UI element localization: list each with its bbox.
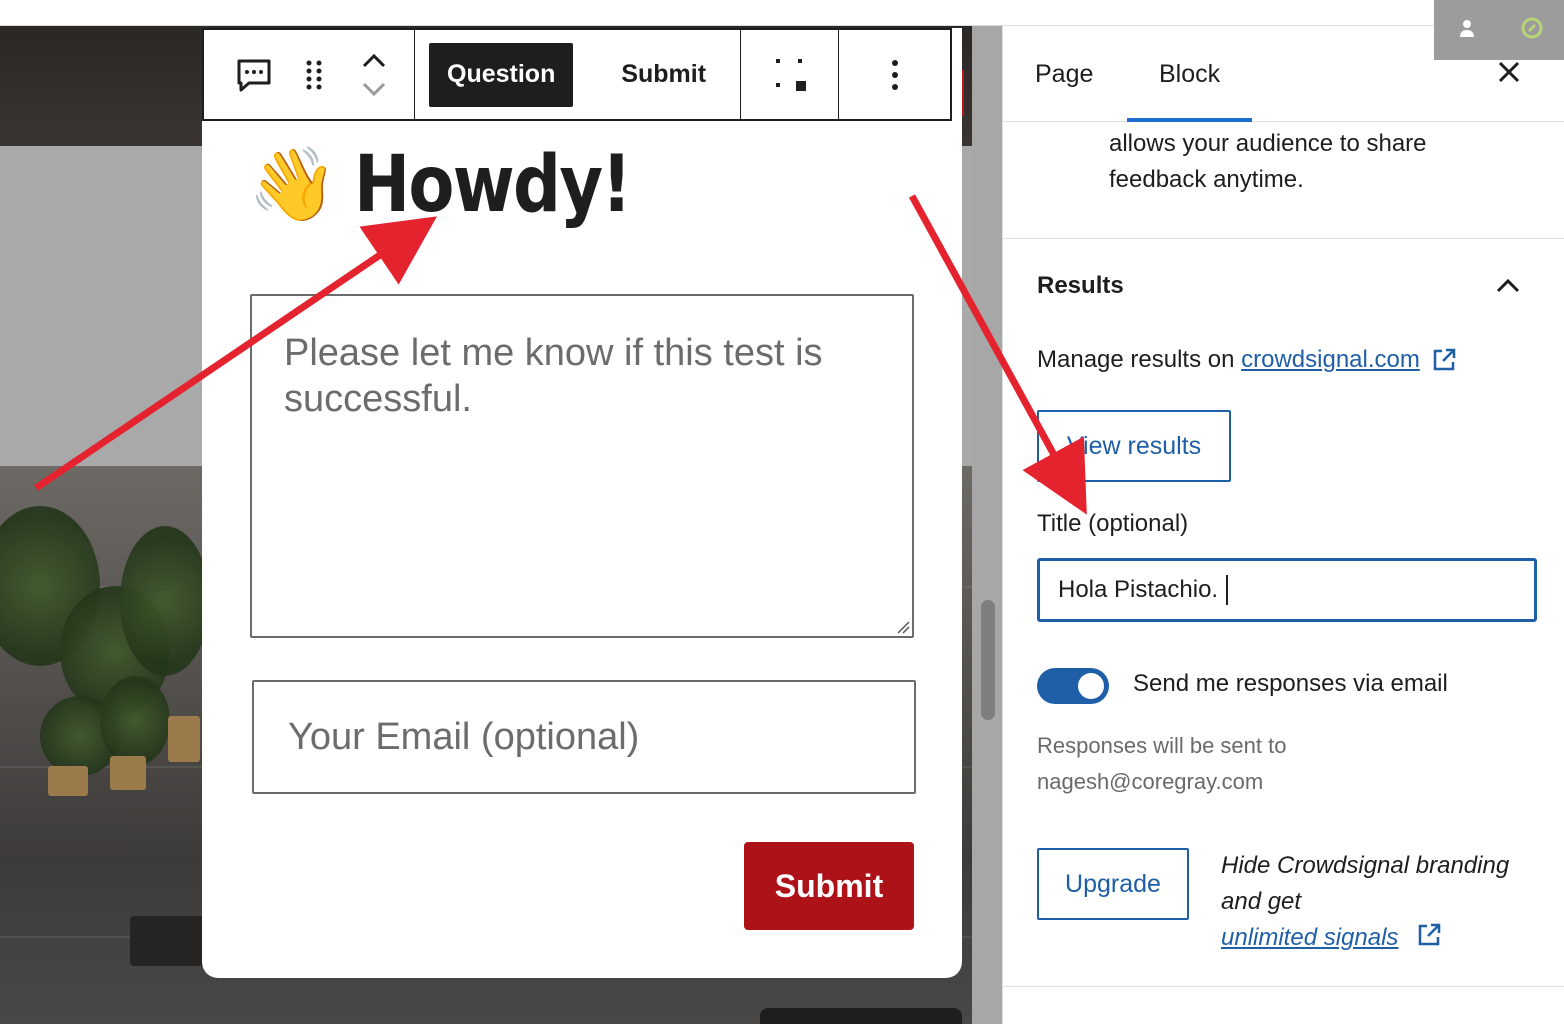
close-icon[interactable] (1493, 56, 1525, 88)
settings-sidebar: Page Block allows your audience to share… (1002, 26, 1564, 1024)
responses-note: Responses will be sent to nagesh@coregra… (1037, 733, 1287, 794)
email-responses-toggle[interactable] (1037, 668, 1109, 704)
block-toolbar: Question Submit (202, 28, 952, 121)
question-textarea[interactable]: Please let me know if this test is succe… (250, 294, 914, 638)
top-bar (0, 0, 1564, 26)
chevron-up-icon[interactable] (1493, 274, 1523, 298)
title-input[interactable]: Hola Pistachio. (1037, 558, 1537, 622)
canvas-scrollbar-track[interactable] (972, 26, 1002, 1024)
upgrade-button[interactable]: Upgrade (1037, 848, 1189, 920)
toggle-knob (1078, 673, 1104, 699)
admin-corner-box (1434, 0, 1564, 60)
manage-results-text: Manage results on (1037, 346, 1235, 373)
question-mode-button[interactable]: Question (429, 42, 574, 107)
external-link-icon[interactable] (1415, 921, 1443, 949)
text-caret (1226, 575, 1229, 605)
upsell-copy: Hide Crowdsignal branding and get (1221, 852, 1510, 915)
block-title-row: 👋 Howdy! (248, 140, 675, 230)
title-input-value: Hola Pistachio. (1058, 576, 1219, 603)
align-icon[interactable] (760, 45, 820, 105)
status-icon[interactable] (1520, 16, 1544, 40)
external-link-icon[interactable] (1430, 346, 1458, 374)
canvas-scrollbar-thumb[interactable] (981, 600, 995, 720)
block-title[interactable]: Howdy! (354, 140, 632, 230)
crowdsignal-link[interactable]: crowdsignal.com (1241, 346, 1420, 374)
bottom-dark-tab (760, 1008, 962, 1024)
move-up-down-icon[interactable] (344, 45, 404, 105)
drag-handle-icon[interactable] (284, 45, 344, 105)
results-section-title[interactable]: Results (1037, 272, 1124, 300)
view-results-button[interactable]: View results (1037, 410, 1231, 482)
waving-hand-emoji: 👋 (248, 145, 338, 225)
unlimited-signals-link[interactable]: unlimited signals (1221, 924, 1398, 951)
submit-button[interactable]: Submit (744, 842, 914, 930)
title-field-label: Title (optional) (1037, 510, 1189, 537)
more-options-icon[interactable] (865, 45, 925, 105)
submit-mode-button[interactable]: Submit (603, 43, 724, 107)
resize-grip-icon[interactable] (896, 620, 910, 634)
upsell-text: Hide Crowdsignal branding and get unlimi… (1221, 848, 1521, 956)
feedback-icon[interactable] (224, 45, 284, 105)
question-placeholder: Please let me know if this test is succe… (284, 332, 823, 420)
email-field[interactable]: Your Email (optional) (252, 680, 916, 794)
section-divider (1003, 238, 1564, 239)
tab-block[interactable]: Block (1126, 26, 1253, 122)
tab-page[interactable]: Page (1035, 26, 1093, 122)
block-description: allows your audience to share feedback a… (1109, 130, 1427, 193)
section-divider (1003, 986, 1564, 987)
user-icon[interactable] (1458, 18, 1476, 38)
email-placeholder: Your Email (optional) (288, 715, 640, 758)
manage-results-row: Manage results on crowdsignal.com (1037, 346, 1458, 374)
email-responses-label: Send me responses via email (1133, 670, 1448, 697)
